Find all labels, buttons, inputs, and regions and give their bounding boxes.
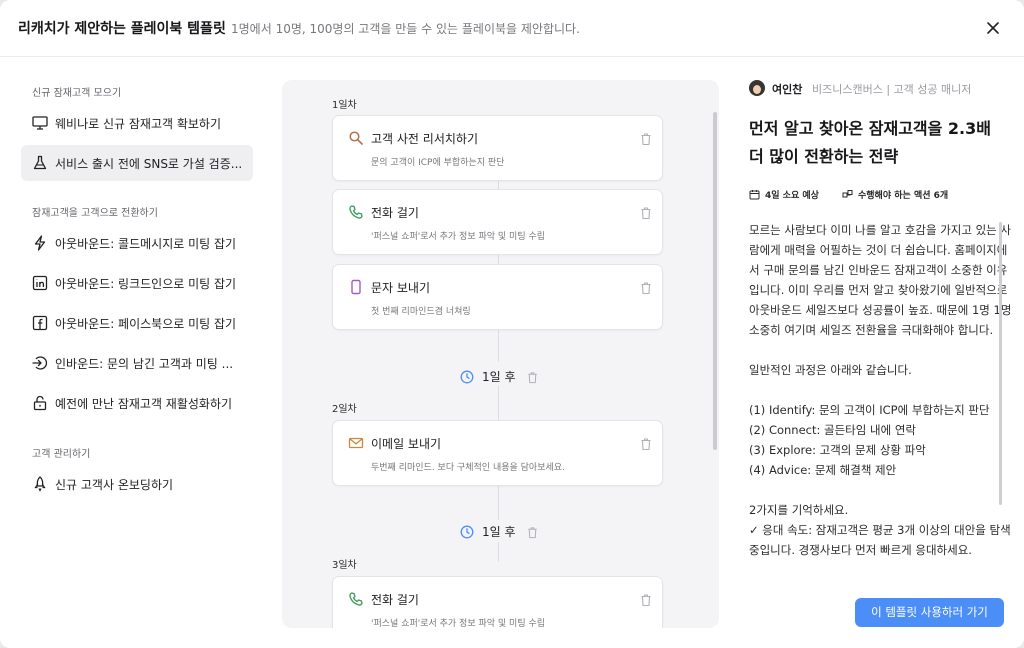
step-title: 전화 걸기 (371, 593, 419, 607)
sidebar-item-onboarding[interactable]: 신규 고객사 온보딩하기 (21, 466, 253, 502)
timeline-scrollbar[interactable] (713, 112, 717, 450)
sidebar-item-webinar[interactable]: 웨비나로 신규 잠재고객 확보하기 (21, 105, 253, 141)
close-button[interactable] (980, 15, 1006, 41)
step-card-call-2[interactable]: 전화 걸기 '퍼스널 쇼퍼'로서 추가 정보 파악 및 미팅 수립 (332, 576, 663, 628)
section-title-acquire: 신규 잠재고객 모으기 (32, 88, 122, 99)
sidebar-item-label: 아웃바운드: 페이스북으로 미팅 잡기 (55, 317, 237, 331)
description-paragraph: 일반적인 과정은 아래와 같습니다. (749, 363, 912, 377)
modal-subtitle: 1명에서 10명, 100명의 고객을 만들 수 있는 플레이북을 제안합니다. (231, 22, 580, 36)
trash-icon[interactable] (526, 524, 539, 539)
trash-icon[interactable] (639, 131, 653, 146)
timeline-connector (498, 330, 499, 362)
trash-icon[interactable] (639, 205, 653, 220)
trash-icon[interactable] (639, 280, 653, 295)
sidebar-item-linkedin[interactable]: 아웃바운드: 링크드인으로 미팅 잡기 (21, 265, 253, 301)
sidebar-item-label: 예전에 만난 잠재고객 재활성화하기 (55, 397, 233, 411)
step-title: 이메일 보내기 (371, 437, 442, 451)
sidebar-item-label: 인바운드: 문의 남긴 고객과 미팅 ... (55, 357, 234, 371)
timeline-connector (498, 485, 499, 520)
day-label: 3일차 (332, 560, 357, 571)
template-modal: 리캐치가 제안하는 플레이북 템플릿 1명에서 10명, 100명의 고객을 만… (0, 0, 1024, 648)
phone-icon (348, 591, 364, 607)
playbook-timeline: 1일차 고객 사전 리서치하기 문의 고객이 ICP에 부합하는지 판단 전화 … (282, 80, 719, 628)
meta-actions-label: 수행해야 하는 액션 6개 (858, 191, 949, 201)
sidebar-item-label: 아웃바운드: 링크드인으로 미팅 잡기 (55, 277, 237, 291)
trash-icon[interactable] (639, 592, 653, 607)
lightning-icon (31, 234, 49, 252)
flask-icon (31, 154, 49, 172)
step-description: 문의 고객이 ICP에 부합하는지 판단 (371, 158, 505, 168)
sidebar-item-label: 신규 고객사 온보딩하기 (55, 478, 174, 492)
step-card-call[interactable]: 전화 걸기 '퍼스널 쇼퍼'로서 추가 정보 파악 및 미팅 수립 (332, 189, 663, 255)
timeline-connector (498, 542, 499, 562)
delay-label: 1일 후 (482, 525, 516, 539)
step-description: '퍼스널 쇼퍼'로서 추가 정보 파악 및 미팅 수립 (371, 619, 546, 628)
day-label: 2일차 (332, 404, 357, 415)
section-title-manage: 고객 관리하기 (32, 449, 91, 460)
author-name: 여인찬 (772, 83, 803, 96)
mobile-icon (348, 279, 364, 295)
mail-icon (348, 435, 364, 451)
sidebar-item-label: 서비스 출시 전에 SNS로 가설 검증... (55, 157, 243, 171)
timeline-connector (498, 386, 499, 421)
monitor-icon (31, 114, 49, 132)
clock-icon (460, 369, 474, 384)
sidebar-item-cold-message[interactable]: 아웃바운드: 콜드메시지로 미팅 잡기 (21, 225, 253, 261)
sidebar-item-facebook[interactable]: 아웃바운드: 페이스북으로 미팅 잡기 (21, 305, 253, 341)
phone-icon (348, 204, 364, 220)
sidebar-item-label: 웨비나로 신규 잠재고객 확보하기 (55, 117, 222, 131)
sidebar-item-inbound[interactable]: 인바운드: 문의 남긴 고객과 미팅 ... (21, 345, 253, 381)
sidebar-item-label: 아웃바운드: 콜드메시지로 미팅 잡기 (55, 237, 237, 251)
detail-scrollbar[interactable] (999, 222, 1002, 505)
step-card-email[interactable]: 이메일 보내기 두번째 리마인드. 보다 구체적인 내용을 담아보세요. (332, 420, 663, 486)
meta-duration-label: 4일 소요 예상 (765, 191, 819, 201)
use-template-button[interactable]: 이 템플릿 사용하러 가기 (855, 598, 1004, 627)
actions-icon (842, 190, 853, 198)
template-description: 모르는 사람보다 이미 나를 알고 호감을 가지고 있는 사람에게 매력을 어필… (749, 220, 1014, 580)
section-title-convert: 잠재고객을 고객으로 전환하기 (32, 208, 158, 219)
unlock-icon (31, 394, 49, 412)
meta-duration: 4일 소요 예상 (749, 188, 819, 201)
day-label: 1일차 (332, 100, 357, 111)
description-paragraph: 2가지를 기억하세요. ✓ 응대 속도: 잠재고객은 평균 3개 이상의 대안을… (749, 503, 1011, 557)
modal-title: 리캐치가 제안하는 플레이북 템플릿 (18, 21, 226, 37)
sidebar-item-sns-validation[interactable]: 서비스 출시 전에 SNS로 가설 검증... (21, 145, 253, 181)
search-icon (348, 130, 364, 146)
description-paragraph: 모르는 사람보다 이미 나를 알고 호감을 가지고 있는 사람에게 매력을 어필… (749, 223, 1012, 337)
step-title: 문자 보내기 (371, 281, 431, 295)
step-card-sms[interactable]: 문자 보내기 첫 번째 리마인드겸 너쳐링 (332, 264, 663, 330)
linkedin-icon (31, 274, 49, 292)
facebook-icon (31, 314, 49, 332)
meta-actions: 수행해야 하는 액션 6개 (842, 188, 948, 201)
avatar (749, 80, 765, 96)
calendar-icon (749, 190, 760, 200)
trash-icon[interactable] (639, 436, 653, 451)
description-paragraph: (1) Identify: 문의 고객이 ICP에 부합하는지 판단 (2) C… (749, 403, 990, 477)
close-icon (987, 22, 999, 34)
trash-icon[interactable] (526, 369, 539, 384)
step-description: '퍼스널 쇼퍼'로서 추가 정보 파악 및 미팅 수립 (371, 232, 546, 242)
sidebar-item-reactivate[interactable]: 예전에 만난 잠재고객 재활성화하기 (21, 385, 253, 421)
step-description: 두번째 리마인드. 보다 구체적인 내용을 담아보세요. (371, 463, 565, 473)
delay-label: 1일 후 (482, 370, 516, 384)
rocket-icon (31, 475, 49, 493)
template-detail: 여인찬 비즈니스캔버스 | 고객 성공 매니저 먼저 알고 찾아온 잠재고객을 … (730, 57, 1024, 648)
template-title: 먼저 알고 찾아온 잠재고객을 2.3배 더 많이 전환하는 전략 (749, 119, 991, 166)
template-sidebar: 신규 잠재고객 모으기 웨비나로 신규 잠재고객 확보하기 서비스 출시 전에 … (0, 57, 270, 648)
step-title: 전화 걸기 (371, 206, 419, 220)
modal-header: 리캐치가 제안하는 플레이북 템플릿 1명에서 10명, 100명의 고객을 만… (0, 0, 1024, 57)
clock-icon (460, 524, 474, 539)
author-role: 비즈니스캔버스 | 고객 성공 매니저 (812, 83, 972, 96)
step-description: 첫 번째 리마인드겸 너쳐링 (371, 307, 471, 317)
step-title: 고객 사전 리서치하기 (371, 132, 478, 146)
step-card-research[interactable]: 고객 사전 리서치하기 문의 고객이 ICP에 부합하는지 판단 (332, 115, 663, 181)
login-icon (31, 354, 49, 372)
